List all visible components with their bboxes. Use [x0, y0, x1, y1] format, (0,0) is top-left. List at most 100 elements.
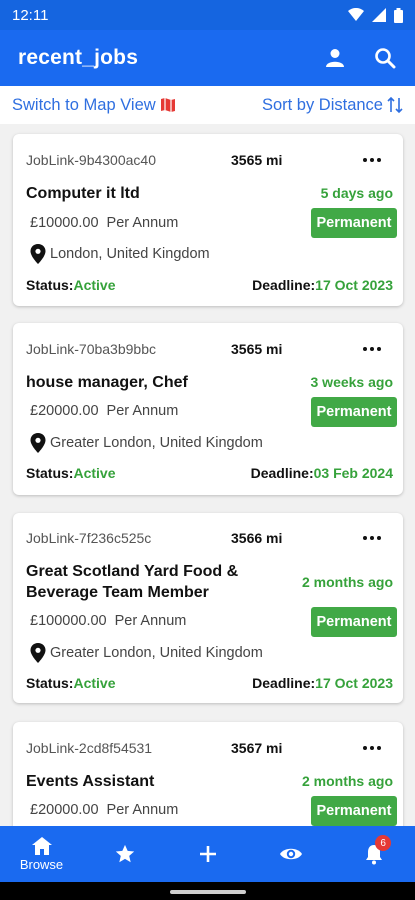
- more-dots-icon: [363, 158, 381, 162]
- job-location: Greater London, United Kingdom: [30, 433, 263, 453]
- eye-icon: [279, 848, 302, 860]
- salary-period: Per Annum: [114, 613, 187, 629]
- job-deadline: Deadline:17 Oct 2023: [252, 277, 393, 293]
- bottom-nav: Browse 6: [0, 826, 415, 882]
- location-pin-icon: [30, 433, 46, 453]
- posted-time: 2 months ago: [301, 574, 393, 590]
- nav-favorites[interactable]: [83, 843, 166, 865]
- salary-amount: £20000.00: [30, 403, 99, 419]
- more-options-button[interactable]: [360, 150, 384, 170]
- job-list: JobLink-9b4300ac40 3565 mi Computer it l…: [0, 124, 415, 826]
- nav-browse[interactable]: Browse: [0, 836, 83, 872]
- search-button[interactable]: [373, 46, 397, 70]
- sort-button[interactable]: Sort by Distance: [262, 96, 403, 115]
- notification-count-badge: 6: [375, 835, 392, 851]
- salary-period: Per Annum: [106, 215, 179, 231]
- job-type-badge[interactable]: Permanent: [311, 796, 397, 826]
- deadline-value: 17 Oct 2023: [315, 277, 393, 293]
- job-distance: 3566 mi: [231, 530, 283, 546]
- job-ref: JobLink-7f236c525c: [26, 530, 152, 546]
- battery-icon: [394, 7, 403, 23]
- nav-add[interactable]: [166, 845, 249, 863]
- status-value: Active: [73, 675, 116, 691]
- status-bar: 12:11: [0, 0, 415, 30]
- job-card[interactable]: JobLink-2cd8f54531 3567 mi Events Assist…: [13, 722, 403, 826]
- page-title: recent_jobs: [18, 46, 139, 69]
- location-pin-icon: [30, 643, 46, 663]
- home-indicator[interactable]: [170, 890, 246, 894]
- plus-icon: [199, 846, 216, 862]
- wifi-icon: [348, 8, 364, 21]
- job-distance: 3565 mi: [231, 152, 283, 168]
- salary-amount: £100000.00: [30, 613, 107, 629]
- nav-browse-label: Browse: [19, 857, 64, 872]
- job-title: Computer it ltd: [26, 185, 140, 202]
- more-dots-icon: [363, 347, 381, 351]
- job-distance: 3565 mi: [231, 341, 283, 357]
- options-bar: Switch to Map View Sort by Distance: [0, 86, 415, 124]
- job-card[interactable]: JobLink-7f236c525c 3566 mi Great Scotlan…: [13, 513, 403, 703]
- nav-watching[interactable]: [249, 846, 332, 862]
- map-view-label: Switch to Map View: [12, 95, 156, 114]
- job-location: Greater London, United Kingdom: [30, 643, 263, 663]
- job-type-badge[interactable]: Permanent: [311, 397, 397, 427]
- more-dots-icon: [363, 746, 381, 750]
- more-options-button[interactable]: [360, 339, 384, 359]
- job-status: Status:Active: [26, 465, 115, 481]
- person-icon: [326, 49, 344, 67]
- deadline-label: Deadline:: [252, 675, 316, 691]
- nav-notifications[interactable]: 6: [332, 835, 415, 865]
- more-options-button[interactable]: [360, 738, 384, 758]
- job-deadline: Deadline:03 Feb 2024: [251, 465, 393, 481]
- job-title: house manager, Chef: [26, 374, 188, 391]
- job-type-badge[interactable]: Permanent: [311, 208, 397, 238]
- gesture-bar: [0, 882, 415, 900]
- signal-icon: [372, 8, 386, 22]
- job-deadline: Deadline:17 Oct 2023: [252, 675, 393, 691]
- status-label: Status:: [26, 465, 74, 481]
- home-icon: [31, 837, 52, 855]
- job-salary: £100000.00 Per Annum: [30, 613, 186, 629]
- clock: 12:11: [12, 6, 49, 24]
- star-icon: [115, 844, 134, 863]
- posted-time: 3 weeks ago: [310, 374, 394, 390]
- job-card[interactable]: JobLink-9b4300ac40 3565 mi Computer it l…: [13, 134, 403, 306]
- sort-label: Sort by Distance: [261, 95, 383, 114]
- profile-button[interactable]: [323, 46, 347, 70]
- job-ref: JobLink-2cd8f54531: [26, 740, 153, 756]
- deadline-value: 03 Feb 2024: [313, 465, 393, 481]
- location-text: Greater London, United Kingdom: [50, 645, 263, 661]
- job-ref: JobLink-9b4300ac40: [26, 152, 156, 168]
- location-pin-icon: [30, 244, 46, 264]
- deadline-label: Deadline:: [250, 465, 314, 481]
- job-ref: JobLink-70ba3b9bbc: [26, 341, 156, 357]
- job-salary: £20000.00 Per Annum: [30, 403, 178, 419]
- job-distance: 3567 mi: [231, 740, 283, 756]
- job-title: Great Scotland Yard Food & Beverage Team…: [26, 563, 239, 601]
- job-status: Status:Active: [26, 675, 115, 691]
- salary-period: Per Annum: [106, 802, 179, 818]
- job-salary: £10000.00 Per Annum: [30, 215, 178, 231]
- salary-amount: £20000.00: [30, 802, 99, 818]
- job-salary: £20000.00 Per Annum: [30, 802, 178, 818]
- job-status: Status:Active: [26, 277, 115, 293]
- status-label: Status:: [26, 277, 74, 293]
- map-view-link[interactable]: Switch to Map View: [12, 96, 176, 115]
- status-value: Active: [73, 465, 116, 481]
- status-value: Active: [73, 277, 116, 293]
- posted-time: 5 days ago: [320, 185, 393, 201]
- search-icon: [375, 48, 396, 69]
- posted-time: 2 months ago: [301, 773, 393, 789]
- job-title: Events Assistant: [26, 773, 155, 790]
- more-dots-icon: [363, 536, 381, 540]
- location-text: Greater London, United Kingdom: [50, 435, 263, 451]
- app-bar: recent_jobs: [0, 30, 415, 86]
- more-options-button[interactable]: [360, 528, 384, 548]
- job-location: London, United Kingdom: [30, 244, 210, 264]
- deadline-value: 17 Oct 2023: [315, 675, 393, 691]
- sort-icon: [387, 96, 403, 114]
- deadline-label: Deadline:: [252, 277, 316, 293]
- job-type-badge[interactable]: Permanent: [311, 607, 397, 637]
- job-card[interactable]: JobLink-70ba3b9bbc 3565 mi house manager…: [13, 323, 403, 495]
- salary-amount: £10000.00: [30, 215, 99, 231]
